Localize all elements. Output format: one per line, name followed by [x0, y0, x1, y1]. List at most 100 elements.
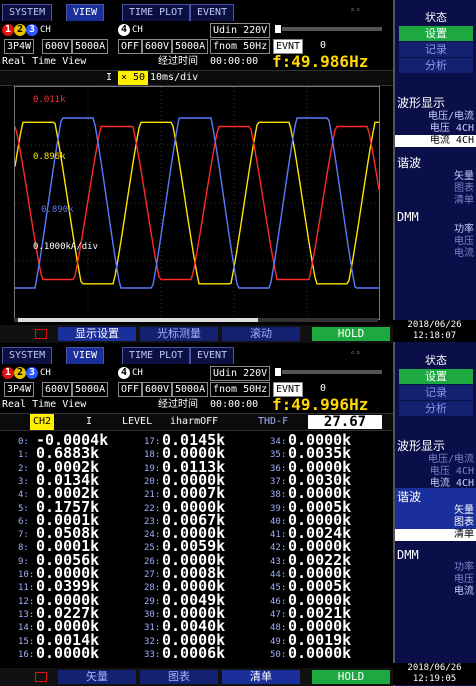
waveform-title[interactable]: 波形显示: [395, 94, 476, 111]
elapsed-time: 00:00:00: [210, 399, 259, 410]
setup-button[interactable]: 设置: [399, 26, 473, 41]
wave-item-i4ch[interactable]: 电流 4CH: [395, 135, 476, 147]
analysis-button[interactable]: 分析: [399, 58, 473, 73]
tab-system[interactable]: SYSTEM: [2, 347, 53, 364]
ch-label: CH: [40, 368, 51, 378]
connection-icon: ◦◦: [350, 6, 361, 16]
waveform-group: 波形显示 电压/电流 电压 4CH 电流 4CH: [395, 94, 476, 147]
harm-item-list[interactable]: 清单: [395, 195, 476, 207]
tab-time-plot[interactable]: TIME PLOT: [122, 4, 191, 21]
ch4-icon: 4: [118, 367, 130, 379]
ch3-icon: 3: [26, 24, 38, 36]
harmonic-title[interactable]: 谐波: [395, 154, 476, 171]
ch1-icon: 1: [2, 24, 14, 36]
harmonic-order: 33:: [144, 649, 161, 660]
current-range: 5000A: [72, 382, 109, 397]
scroll-thumb[interactable]: [18, 318, 258, 322]
ch2-icon: 2: [14, 367, 26, 379]
ch4-current: 5000A: [172, 382, 209, 397]
tab-time-plot[interactable]: TIME PLOT: [122, 347, 191, 364]
tab-event[interactable]: EVENT: [190, 4, 235, 21]
dmm-item-current[interactable]: 电流: [395, 248, 476, 260]
dmm-title[interactable]: DMM: [395, 210, 476, 224]
wave-item-v4ch[interactable]: 电压 4CH: [395, 123, 476, 135]
vector-button[interactable]: 矢量: [58, 670, 136, 684]
ch2-waveform: [14, 121, 379, 285]
hold-button[interactable]: HOLD: [312, 327, 390, 341]
battery-icon: [275, 25, 281, 33]
setup-button[interactable]: 设置: [399, 369, 473, 384]
hold-button[interactable]: HOLD: [312, 670, 390, 684]
wave-item-v4ch[interactable]: 电压 4CH: [395, 466, 476, 478]
wiring-field: 3P4W: [4, 382, 35, 397]
list-button[interactable]: 清单: [222, 670, 300, 684]
chart-button[interactable]: 图表: [140, 670, 218, 684]
scroll-button[interactable]: 滚动: [222, 327, 300, 341]
connection-icon: ◦◦: [350, 349, 361, 359]
dmm-item-voltage[interactable]: 电压: [395, 236, 476, 248]
ch4-voltage: 600V: [142, 382, 173, 397]
status-button[interactable]: 状态: [399, 10, 473, 25]
wave-item-vi[interactable]: 电压/电流: [395, 454, 476, 466]
channel-select[interactable]: I: [106, 71, 112, 85]
dmm-item-current[interactable]: 电流: [395, 586, 476, 598]
thd-value: 27.67: [308, 415, 382, 429]
waveform-title[interactable]: 波形显示: [395, 437, 476, 454]
ch4-voltage: 600V: [142, 39, 173, 54]
harm-item-list[interactable]: 清单: [395, 529, 476, 541]
cursor-measure-button[interactable]: 光标测量: [140, 327, 218, 341]
ch4-mode: OFF: [118, 382, 143, 397]
dmm-title[interactable]: DMM: [395, 548, 476, 562]
display-settings-button[interactable]: 显示设置: [58, 327, 136, 341]
waveform-svg: 0.011k 0.896k 0.890k 0.1000kA/div: [14, 87, 380, 319]
timebase-select[interactable]: 10ms/div: [150, 71, 198, 85]
ch4-current: 5000A: [172, 39, 209, 54]
dmm-item-power[interactable]: 功率: [395, 562, 476, 574]
ch3-icon: 3: [26, 367, 38, 379]
wave-toolbar: I × 50 10ms/div: [0, 70, 393, 86]
waveform-screen: SYSTEM VIEW TIME PLOT EVENT ◦◦ 1 2 3 CH …: [0, 0, 476, 343]
dmm-item-voltage[interactable]: 电压: [395, 574, 476, 586]
elapsed-time: 00:00:00: [210, 56, 259, 67]
harm-item-chart[interactable]: 图表: [395, 183, 476, 195]
channel-select[interactable]: CH2: [30, 414, 55, 430]
tab-system[interactable]: SYSTEM: [2, 4, 53, 21]
top-tabs: SYSTEM VIEW TIME PLOT EVENT ◦◦: [0, 347, 393, 365]
date-p1: 2018/06/26: [393, 320, 476, 331]
ch4-label: CH: [132, 368, 143, 378]
record-icon: [35, 329, 47, 339]
dmm-item-power[interactable]: 功率: [395, 224, 476, 236]
thd-label: THD-F: [258, 416, 289, 427]
current-range: 5000A: [72, 39, 109, 54]
harmonic-group: 谐波 矢量 图表 清单: [395, 154, 476, 207]
iharm-select[interactable]: iharmOFF: [170, 414, 218, 430]
quantity-select[interactable]: I: [86, 414, 92, 430]
record-button[interactable]: 记录: [399, 42, 473, 57]
channel-header: 1 2 3 CH 4 CH Udin 220V: [0, 365, 393, 381]
tab-view[interactable]: VIEW: [66, 347, 105, 364]
y-label-ch3: 0.890k: [41, 205, 74, 215]
frequency-readout: f:49.996Hz: [272, 395, 369, 414]
zoom-select[interactable]: × 50: [118, 71, 149, 85]
tab-event[interactable]: EVENT: [190, 347, 235, 364]
channel-header: 1 2 3 CH 4 CH Udin 220V: [0, 22, 393, 38]
ch-label: CH: [40, 25, 51, 35]
record-button[interactable]: 记录: [399, 385, 473, 400]
tab-view[interactable]: VIEW: [66, 4, 105, 21]
status-button[interactable]: 状态: [399, 353, 473, 368]
y-label-ch2: 0.896k: [33, 152, 66, 162]
wave-item-vi[interactable]: 电压/电流: [395, 111, 476, 123]
harm-item-vector[interactable]: 矢量: [395, 505, 476, 517]
harmonic-order: 16:: [18, 649, 35, 660]
analysis-button[interactable]: 分析: [399, 401, 473, 416]
harm-item-chart[interactable]: 图表: [395, 517, 476, 529]
scroll-track[interactable]: [14, 318, 378, 322]
fnom-field: fnom 50Hz: [210, 39, 271, 54]
side-panel: 状态 设置 记录 分析 波形显示 电压/电流 电压 4CH 电流 4CH 谐波 …: [393, 0, 476, 343]
harmonic-value: 0.0006k: [162, 643, 226, 662]
level-select[interactable]: LEVEL: [122, 414, 152, 430]
harmonic-title[interactable]: 谐波: [395, 488, 476, 505]
harm-item-vector[interactable]: 矢量: [395, 171, 476, 183]
elapsed-label: 经过时间: [158, 56, 198, 67]
level-bar: [282, 27, 382, 31]
